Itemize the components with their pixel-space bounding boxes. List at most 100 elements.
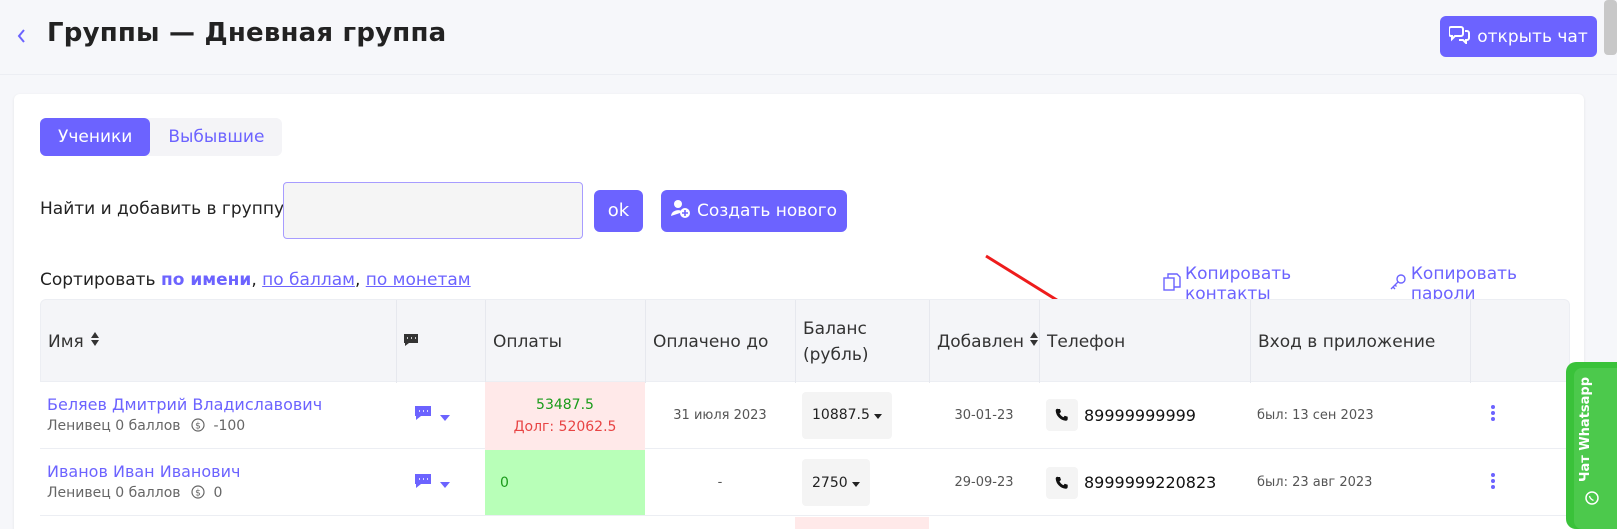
message-icon: [414, 405, 432, 425]
group-tabs: Ученики Выбывшие: [40, 118, 283, 156]
phone-cell: 8999999220823: [1046, 450, 1246, 515]
last-login-cell: был: 13 сен 2023: [1257, 407, 1374, 423]
phone-number: 89999999999: [1084, 405, 1196, 425]
message-icon: [403, 332, 419, 352]
balance-value: 2750: [812, 474, 848, 491]
student-points-text: Ленивец 0 баллов: [47, 417, 181, 434]
message-dropdown[interactable]: [414, 450, 474, 515]
group-card: Ученики Выбывшие Найти и добавить в груп…: [14, 94, 1584, 529]
key-icon: [1389, 273, 1407, 296]
phone-icon[interactable]: [1046, 466, 1078, 499]
paid-until-cell: 31 июля 2023: [673, 407, 767, 423]
svg-text:$: $: [195, 489, 201, 499]
svg-text:$: $: [195, 421, 201, 431]
search-add-label: Найти и добавить в группу:: [40, 199, 290, 219]
sort-by-coins-link[interactable]: по монетам: [366, 270, 471, 290]
copy-passwords-link[interactable]: Копировать пароли: [1389, 264, 1584, 304]
row-menu-button[interactable]: [1490, 450, 1520, 515]
caret-down-icon: [440, 473, 450, 492]
whatsapp-icon: [1585, 490, 1599, 509]
kebab-menu-icon: [1490, 471, 1496, 495]
col-name-label: Имя: [48, 331, 84, 352]
added-date-cell: 29-09-23: [954, 475, 1014, 490]
sort-arrows-icon: [90, 331, 100, 352]
open-chat-button[interactable]: открыть чат: [1440, 16, 1597, 57]
caret-down-icon: [440, 406, 450, 425]
student-cell: Беляев Дмитрий Владиславович Ленивец 0 б…: [47, 382, 397, 448]
debt-amount: Долг: 52062.5: [513, 419, 617, 435]
table-row: [40, 517, 1570, 529]
whatsapp-chat-tab[interactable]: Чат Whatsapp: [1566, 362, 1617, 529]
search-add-input[interactable]: [283, 182, 583, 239]
tab-students[interactable]: Ученики: [40, 118, 151, 156]
col-added[interactable]: Добавлен: [930, 300, 1040, 383]
table-header: Имя Оплаты Оплачено до Баланс (рубль) До…: [40, 299, 1570, 383]
last-login-cell: был: 23 авг 2023: [1257, 475, 1373, 490]
col-balance: Баланс (рубль): [796, 300, 930, 383]
message-icon: [414, 473, 432, 493]
table-row: Беляев Дмитрий Владиславович Ленивец 0 б…: [40, 382, 1570, 450]
student-points-text: Ленивец 0 баллов: [47, 485, 181, 501]
phone-icon[interactable]: [1046, 399, 1078, 431]
col-payments: Оплаты: [486, 300, 646, 383]
col-added-label: Добавлен: [937, 331, 1025, 352]
sort-controls: Сортировать по имени, по баллам, по моне…: [40, 270, 471, 290]
balance-dropdown[interactable]: 10887.5: [802, 391, 892, 439]
caret-down-icon: [851, 475, 860, 491]
message-dropdown[interactable]: [414, 382, 474, 448]
payment-amount: 53487.5: [536, 397, 594, 413]
table-row: Иванов Иван Иванович Ленивец 0 баллов $ …: [40, 450, 1570, 516]
create-new-button[interactable]: Создать нового: [661, 190, 847, 232]
col-balance-line1: Баланс: [803, 318, 867, 339]
open-chat-label: открыть чат: [1477, 26, 1588, 47]
page-scrollbar[interactable]: [1604, 0, 1617, 55]
phone-number: 8999999220823: [1084, 473, 1217, 492]
sort-by-name-link[interactable]: по имени: [161, 270, 251, 290]
ok-button[interactable]: ok: [594, 190, 643, 232]
balance-cell: 2750: [802, 450, 926, 515]
create-new-label: Создать нового: [696, 201, 838, 221]
sort-prefix: Сортировать: [40, 270, 156, 290]
col-phone: Телефон: [1040, 300, 1251, 383]
added-date-cell: 30-01-23: [954, 407, 1014, 423]
row-menu-button[interactable]: [1490, 382, 1520, 448]
student-coins: 0: [213, 485, 223, 501]
page-title: Группы — Дневная группа: [47, 18, 447, 48]
student-points: Ленивец 0 баллов $ 0: [47, 485, 222, 503]
col-paid-until: Оплачено до: [646, 300, 796, 383]
student-points: Ленивец 0 баллов $ -100: [47, 418, 245, 436]
payment-amount: 0: [500, 474, 509, 491]
add-user-icon: [670, 199, 691, 224]
payment-cell: 53487.5 Долг: 52062.5: [485, 382, 645, 450]
kebab-menu-icon: [1490, 403, 1496, 427]
copy-contacts-label: Копировать контакты: [1185, 264, 1292, 304]
coin-icon: $: [191, 417, 205, 436]
col-app-login: Вход в приложение: [1251, 300, 1471, 383]
phone-cell: 89999999999: [1046, 382, 1246, 448]
copy-actions: Копировать контакты Копировать пароли: [1163, 264, 1584, 304]
balance-dropdown[interactable]: 2750: [802, 459, 870, 506]
copy-passwords-label: Копировать пароли: [1410, 264, 1518, 304]
coin-icon: $: [191, 485, 205, 503]
col-balance-line2: (рубль): [803, 344, 869, 365]
student-name-link[interactable]: Иванов Иван Иванович: [47, 462, 240, 481]
balance-cell: [795, 517, 929, 529]
back-chevron-icon[interactable]: [16, 22, 34, 50]
sort-arrows-icon: [1029, 331, 1039, 352]
caret-down-icon: [873, 407, 882, 423]
copy-contacts-link[interactable]: Копировать контакты: [1163, 264, 1379, 304]
paid-until-cell: -: [717, 475, 723, 490]
balance-cell: 10887.5: [802, 382, 926, 448]
payment-cell: 0: [485, 450, 645, 515]
student-name-link[interactable]: Беляев Дмитрий Владиславович: [47, 395, 322, 414]
chat-bubbles-icon: [1448, 24, 1471, 49]
sort-by-points-link[interactable]: по баллам: [262, 270, 355, 290]
tab-dropped[interactable]: Выбывшие: [150, 118, 282, 156]
balance-value: 10887.5: [812, 407, 870, 423]
sort-separator: ,: [354, 270, 361, 290]
page-header: Группы — Дневная группа открыть чат: [0, 0, 1617, 75]
col-chat: [397, 300, 486, 383]
student-coins: -100: [213, 417, 246, 434]
col-name[interactable]: Имя: [41, 300, 397, 383]
payment-cell: [485, 517, 645, 529]
